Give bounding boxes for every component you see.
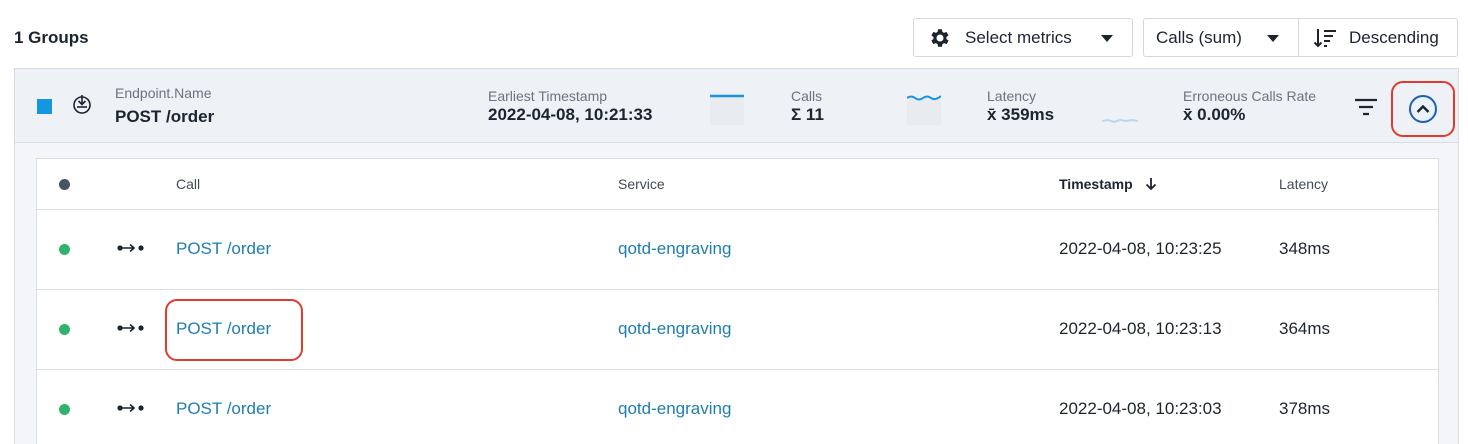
calls-label: Calls bbox=[791, 88, 823, 104]
call-exit-icon bbox=[117, 401, 145, 420]
service-link[interactable]: qotd-engraving bbox=[618, 319, 731, 339]
service-link[interactable]: qotd-engraving bbox=[618, 399, 731, 419]
timestamp-sparkline bbox=[710, 94, 744, 125]
endpoint-name-value: POST /order bbox=[115, 107, 215, 126]
chevron-up-icon bbox=[1416, 104, 1430, 114]
calls-sparkline bbox=[907, 95, 941, 125]
calls-table: Call Service Timestamp Latency POST /ord… bbox=[36, 158, 1439, 444]
call-exit-icon bbox=[117, 321, 145, 340]
filter-icon[interactable] bbox=[1354, 97, 1378, 122]
collapse-button-highlight bbox=[1391, 81, 1455, 137]
sort-descending-icon bbox=[1313, 27, 1337, 49]
select-metrics-button[interactable]: Select metrics bbox=[913, 18, 1133, 57]
chevron-down-icon bbox=[1267, 35, 1279, 42]
collapse-group-button[interactable] bbox=[1409, 95, 1437, 123]
status-dot bbox=[59, 404, 70, 415]
calls-value: Σ 11 bbox=[791, 105, 824, 124]
status-dot bbox=[59, 324, 70, 335]
groups-count-title: 1 Groups bbox=[14, 28, 89, 47]
earliest-timestamp-label: Earliest Timestamp bbox=[488, 88, 608, 104]
call-link[interactable]: POST /order bbox=[176, 239, 271, 259]
service-link[interactable]: qotd-engraving bbox=[618, 239, 731, 259]
table-row[interactable]: POST /order qotd-engraving 2022-04-08, 1… bbox=[37, 369, 1438, 444]
erroneous-calls-rate-value: x̄ 0.00% bbox=[1183, 105, 1246, 124]
sort-order-label: Descending bbox=[1349, 27, 1439, 47]
latency-value: x̄ 359ms bbox=[987, 105, 1055, 124]
latency-cell: 348ms bbox=[1279, 239, 1331, 258]
chevron-down-icon bbox=[1101, 35, 1113, 42]
table-row[interactable]: POST /order qotd-engraving 2022-04-08, 1… bbox=[37, 289, 1438, 369]
column-header-timestamp[interactable]: Timestamp bbox=[1059, 159, 1157, 209]
gear-icon bbox=[928, 26, 952, 50]
status-dot bbox=[59, 244, 70, 255]
call-link[interactable]: POST /order bbox=[176, 399, 271, 419]
latency-label: Latency bbox=[987, 88, 1037, 104]
group-color-swatch bbox=[37, 99, 52, 114]
column-header-service[interactable]: Service bbox=[618, 159, 665, 209]
group-details-panel: Call Service Timestamp Latency POST /ord… bbox=[14, 143, 1459, 444]
column-header-latency[interactable]: Latency bbox=[1279, 159, 1328, 209]
call-exit-icon bbox=[117, 241, 145, 260]
latency-cell: 364ms bbox=[1279, 319, 1331, 338]
latency-cell: 378ms bbox=[1279, 399, 1331, 418]
timestamp-cell: 2022-04-08, 10:23:13 bbox=[1059, 319, 1222, 338]
table-row[interactable]: POST /order qotd-engraving 2022-04-08, 1… bbox=[37, 209, 1438, 289]
timestamp-cell: 2022-04-08, 10:23:25 bbox=[1059, 239, 1222, 258]
column-header-call[interactable]: Call bbox=[176, 159, 200, 209]
erroneous-calls-rate-label: Erroneous Calls Rate bbox=[1183, 88, 1317, 104]
timestamp-cell: 2022-04-08, 10:23:03 bbox=[1059, 399, 1222, 418]
call-link[interactable]: POST /order bbox=[176, 319, 271, 339]
latency-sparkline bbox=[1102, 118, 1138, 124]
status-column-dot bbox=[59, 179, 70, 190]
endpoint-icon bbox=[71, 93, 93, 120]
column-header-timestamp-label: Timestamp bbox=[1059, 176, 1133, 192]
arrow-down-icon bbox=[1145, 177, 1157, 191]
select-metrics-label: Select metrics bbox=[965, 27, 1072, 47]
group-header[interactable]: Endpoint.Name POST /order Earliest Times… bbox=[14, 68, 1459, 143]
endpoint-name-label: Endpoint.Name bbox=[115, 85, 212, 101]
sort-order-button[interactable]: Descending bbox=[1298, 18, 1458, 57]
earliest-timestamp-value: 2022-04-08, 10:21:33 bbox=[488, 105, 653, 124]
sort-metric-dropdown[interactable]: Calls (sum) bbox=[1143, 18, 1299, 57]
sort-metric-label: Calls (sum) bbox=[1156, 27, 1242, 47]
